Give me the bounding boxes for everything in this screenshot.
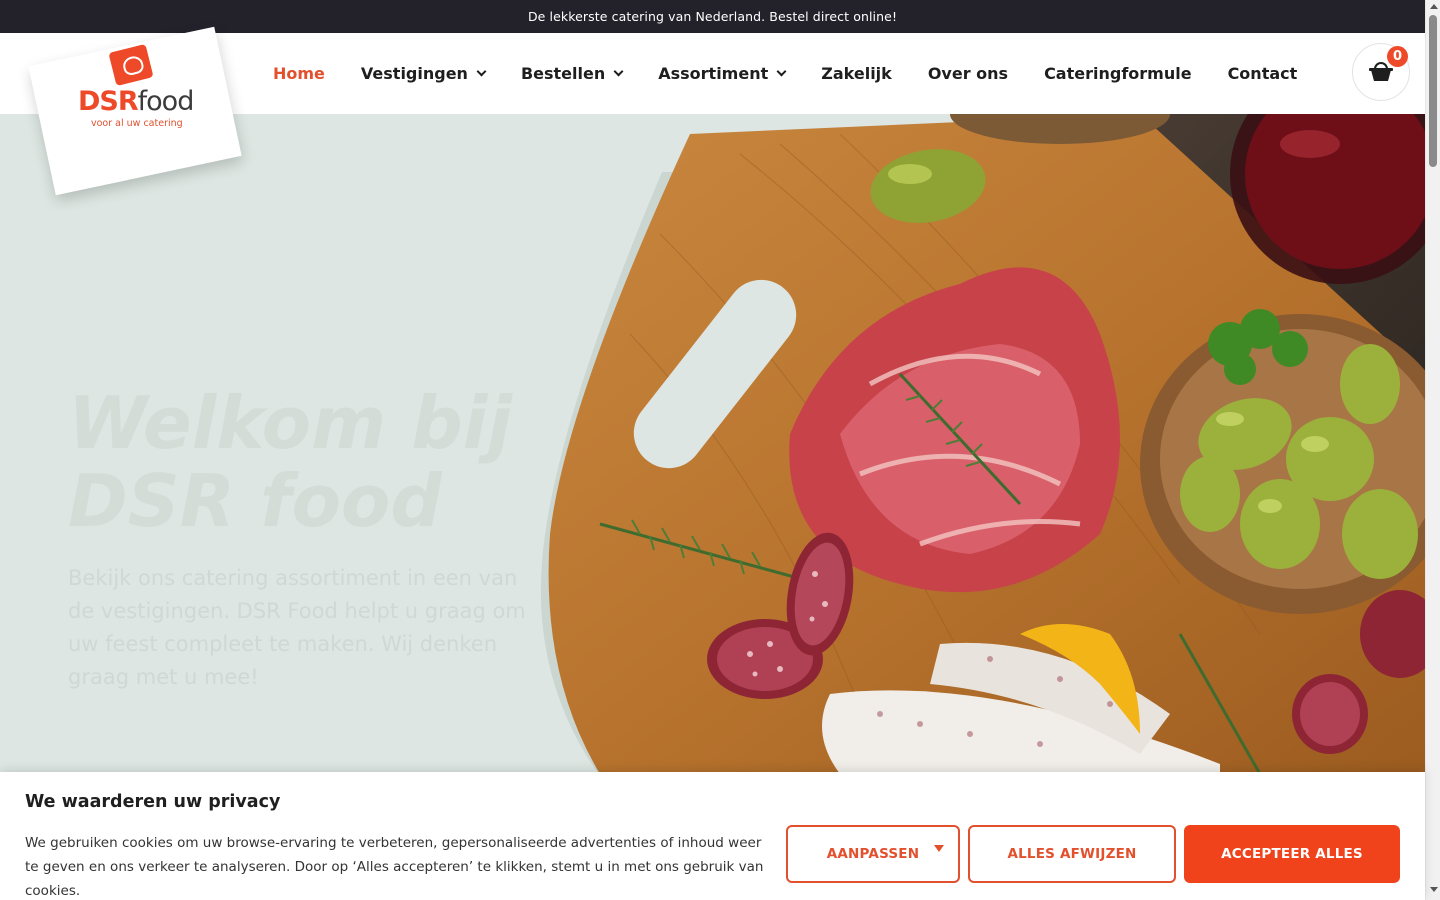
- cart-count-badge: 0: [1387, 46, 1408, 67]
- chevron-down-icon: [476, 66, 487, 77]
- main-navigation: Home Vestigingen Bestellen Assortiment Z…: [273, 33, 1333, 114]
- cookie-banner: We waarderen uw privacy We gebruiken coo…: [0, 772, 1425, 900]
- nav-item-contact[interactable]: Contact: [1228, 64, 1298, 83]
- charcuterie-board-image: [540, 114, 1425, 774]
- logo[interactable]: DSRfood voor al uw catering: [48, 43, 198, 144]
- page-scrollbar[interactable]: [1425, 0, 1440, 900]
- hero-section: Welkom bij DSR food Bekijk ons catering …: [0, 114, 1425, 774]
- nav-item-cateringformule[interactable]: Cateringformule: [1044, 64, 1192, 83]
- nav-item-bestellen[interactable]: Bestellen: [521, 64, 624, 83]
- accept-all-button[interactable]: ACCEPTEER ALLES: [1184, 825, 1400, 883]
- logo-mark-icon: [108, 43, 154, 87]
- customize-button[interactable]: AANPASSEN: [786, 825, 960, 883]
- basket-icon: [1369, 62, 1393, 81]
- caret-down-icon: [934, 845, 944, 852]
- chevron-down-icon: [613, 66, 624, 77]
- scroll-down-arrow-icon[interactable]: [1430, 887, 1438, 892]
- chevron-down-icon: [776, 66, 787, 77]
- nav-item-zakelijk[interactable]: Zakelijk: [821, 64, 892, 83]
- nav-item-over-ons[interactable]: Over ons: [928, 64, 1008, 83]
- scrollbar-thumb[interactable]: [1429, 15, 1437, 167]
- hero-text: Bekijk ons catering assortiment in een v…: [68, 566, 526, 689]
- hero-title: Welkom bij DSR food: [68, 381, 513, 543]
- reject-all-button[interactable]: ALLES AFWIJZEN: [968, 825, 1176, 883]
- scroll-up-arrow-icon[interactable]: [1430, 4, 1438, 9]
- cookie-description: We gebruiken cookies om uw browse-ervari…: [25, 835, 764, 899]
- nav-item-vestigingen[interactable]: Vestigingen: [361, 64, 487, 83]
- logo-tagline: voor al uw catering: [91, 118, 183, 129]
- nav-item-home[interactable]: Home: [273, 64, 325, 83]
- cookie-title: We waarderen uw privacy: [25, 792, 281, 812]
- nav-item-assortiment[interactable]: Assortiment: [658, 64, 787, 83]
- logo-wordmark: DSRfood: [78, 86, 194, 117]
- announcement-text: De lekkerste catering van Nederland. Bes…: [527, 9, 898, 24]
